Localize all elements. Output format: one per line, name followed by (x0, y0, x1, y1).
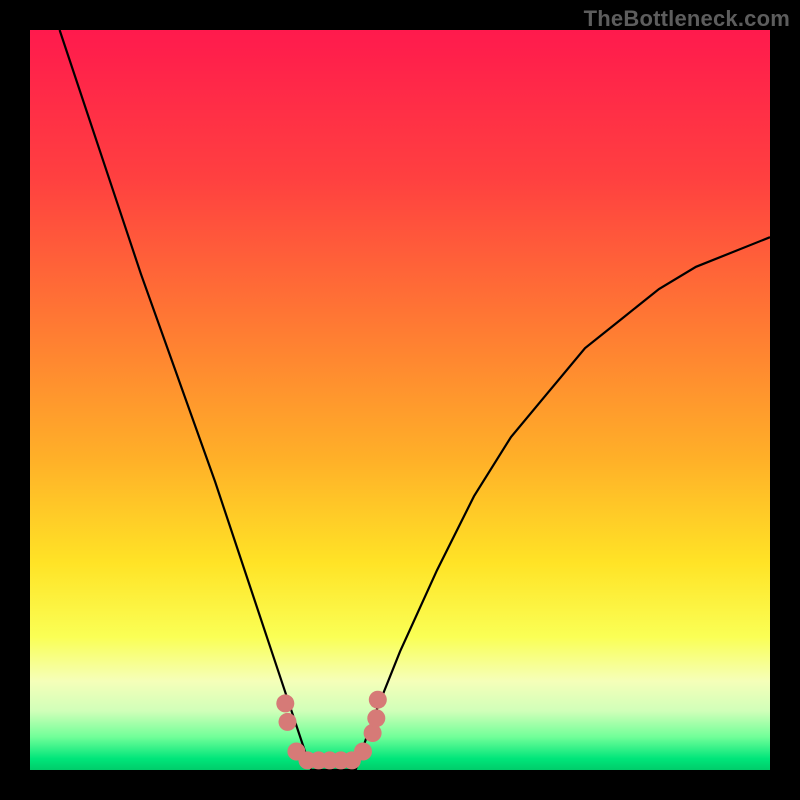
chart-svg (0, 0, 800, 800)
data-marker (279, 713, 297, 731)
data-marker (369, 691, 387, 709)
data-marker (354, 743, 372, 761)
plot-area (30, 30, 770, 770)
watermark-text: TheBottleneck.com (584, 6, 790, 32)
data-marker (276, 694, 294, 712)
data-marker (367, 709, 385, 727)
